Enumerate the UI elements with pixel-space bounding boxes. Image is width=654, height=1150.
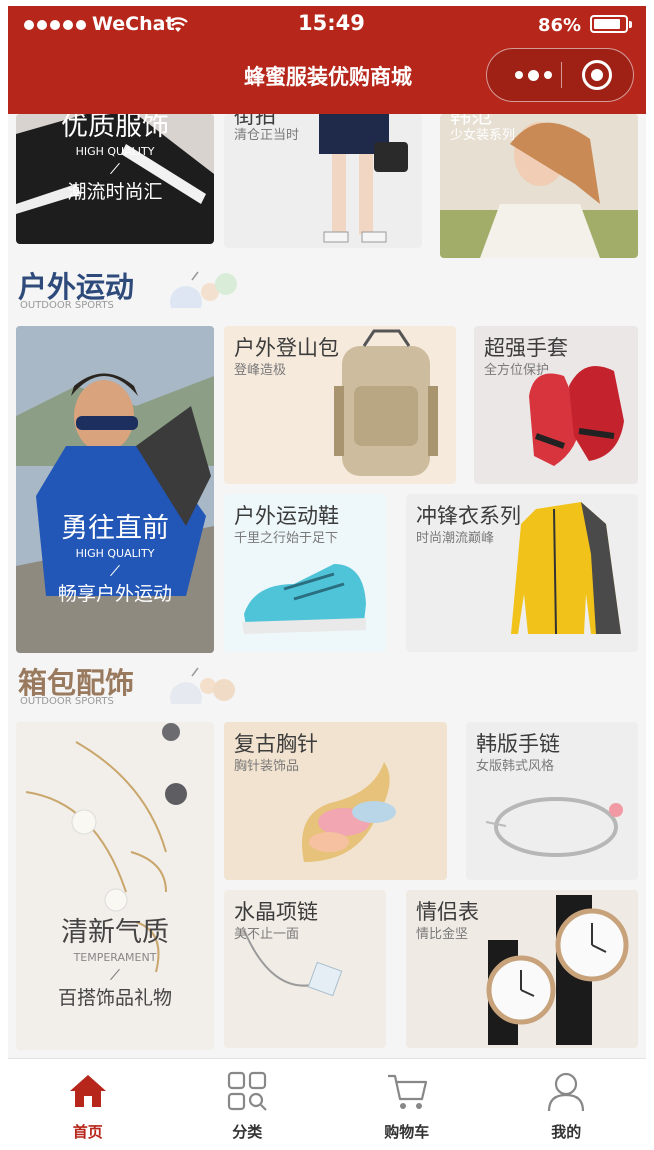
user-icon bbox=[548, 1072, 585, 1112]
product-tile-jacket[interactable]: 冲锋衣系列 时尚潮流巅峰 bbox=[406, 494, 638, 652]
status-time: 15:49 bbox=[298, 11, 365, 35]
home-indicator-area bbox=[0, 1142, 654, 1150]
tile-title: 复古胸针 bbox=[234, 732, 318, 756]
section-subtitle: OUTDOOR SPORTS bbox=[20, 300, 114, 311]
tile-subtitle: 清仓正当时 bbox=[234, 128, 300, 143]
tile-title: 户外运动鞋 bbox=[234, 504, 339, 528]
battery-percentage: 86% bbox=[538, 15, 582, 36]
bottom-tab-bar: 首页 分类 购物车 我的 bbox=[8, 1058, 646, 1142]
tab-home[interactable]: 首页 bbox=[8, 1059, 168, 1142]
hero-subtitle: HIGH QUALITY bbox=[75, 547, 155, 560]
tile-subtitle: 情比金坚 bbox=[416, 927, 469, 942]
tab-label: 我的 bbox=[551, 1123, 582, 1141]
section-header-outdoor: 户外运动 OUTDOOR SPORTS bbox=[18, 264, 238, 312]
product-tile-necklace[interactable]: 水晶项链 美不止一面 bbox=[224, 890, 386, 1048]
hero-banner-quality[interactable]: 优质服饰 HIGH QUALITY 潮流时尚汇 bbox=[16, 114, 214, 244]
status-bar: WeChat 15:49 86% bbox=[8, 6, 646, 44]
wifi-icon bbox=[168, 17, 188, 32]
tile-title: 情侣表 bbox=[416, 900, 479, 924]
battery-icon bbox=[590, 15, 632, 33]
tab-profile[interactable]: 我的 bbox=[487, 1059, 647, 1142]
tile-subtitle: 胸针装饰品 bbox=[234, 759, 300, 774]
hero-caption: 潮流时尚汇 bbox=[67, 181, 163, 203]
tile-title: 韩版手链 bbox=[476, 732, 560, 756]
tile-subtitle: 美不止一面 bbox=[234, 927, 300, 942]
capsule-divider bbox=[561, 62, 562, 88]
section-subtitle: OUTDOOR SPORTS bbox=[20, 696, 114, 707]
tile-title: 户外登山包 bbox=[234, 336, 339, 360]
product-tile-watches[interactable]: 情侣表 情比金坚 bbox=[406, 890, 638, 1048]
hero-title: 清新气质 bbox=[61, 917, 169, 948]
product-tile-shoes[interactable]: 户外运动鞋 千里之行始于足下 bbox=[224, 494, 386, 652]
product-tile-bracelet[interactable]: 韩版手链 女版韩式风格 bbox=[466, 722, 638, 880]
tile-subtitle: 全方位保护 bbox=[484, 363, 550, 378]
product-tile-street[interactable]: 街拍 清仓正当时 bbox=[224, 114, 422, 248]
product-tile-brooch[interactable]: 复古胸针 胸针装饰品 bbox=[224, 722, 447, 880]
product-tile-gloves[interactable]: 超强手套 全方位保护 bbox=[474, 326, 638, 484]
product-tile-backpack[interactable]: 户外登山包 登峰造极 bbox=[224, 326, 456, 484]
top-bar: WeChat 15:49 86% 蜂蜜服装优购商城 bbox=[8, 6, 646, 114]
miniprogram-capsule bbox=[486, 48, 634, 102]
tile-title: 水晶项链 bbox=[234, 900, 318, 924]
category-icon bbox=[228, 1071, 268, 1111]
tile-subtitle: 时尚潮流巅峰 bbox=[416, 531, 495, 546]
section-decoration bbox=[170, 667, 235, 704]
carrier-name: WeChat bbox=[92, 13, 175, 35]
tab-cart[interactable]: 购物车 bbox=[327, 1059, 487, 1142]
hero-banner-jewelry[interactable]: 清新气质 TEMPERAMENT 百搭饰品礼物 bbox=[16, 722, 214, 1050]
hero-caption: 百搭饰品礼物 bbox=[57, 987, 172, 1009]
more-options-icon[interactable] bbox=[507, 57, 559, 93]
section-header-bags: 箱包配饰 OUTDOOR SPORTS bbox=[18, 660, 238, 708]
section-decoration bbox=[170, 271, 237, 308]
tab-category[interactable]: 分类 bbox=[168, 1059, 328, 1142]
hero-caption: 畅享户外运动 bbox=[57, 583, 172, 605]
signal-strength-icon bbox=[24, 20, 86, 30]
hero-subtitle: HIGH QUALITY bbox=[75, 145, 155, 158]
close-miniprogram-icon[interactable] bbox=[582, 60, 612, 90]
tab-label: 首页 bbox=[72, 1123, 103, 1141]
tile-title: 超强手套 bbox=[484, 336, 568, 360]
cart-icon bbox=[387, 1074, 427, 1109]
tile-subtitle: 登峰造极 bbox=[234, 363, 287, 378]
tab-label: 购物车 bbox=[384, 1123, 430, 1141]
home-content: 优质服饰 HIGH QUALITY 潮流时尚汇 街拍 清仓正当时 韩范 少女装系… bbox=[8, 114, 646, 1058]
tile-subtitle: 千里之行始于足下 bbox=[234, 531, 339, 546]
hero-title: 勇往直前 bbox=[61, 513, 169, 544]
product-tile-korean[interactable]: 韩范 少女装系列 bbox=[440, 114, 638, 258]
hero-banner-outdoor[interactable]: 勇往直前 HIGH QUALITY 畅享户外运动 bbox=[16, 326, 214, 653]
tile-subtitle: 少女装系列 bbox=[450, 128, 516, 143]
home-icon bbox=[69, 1075, 106, 1107]
tab-label: 分类 bbox=[232, 1123, 263, 1141]
hero-title: 优质服饰 bbox=[61, 114, 169, 142]
tile-title: 冲锋衣系列 bbox=[416, 504, 521, 528]
hero-subtitle: TEMPERAMENT bbox=[73, 951, 157, 964]
tile-subtitle: 女版韩式风格 bbox=[476, 759, 555, 774]
